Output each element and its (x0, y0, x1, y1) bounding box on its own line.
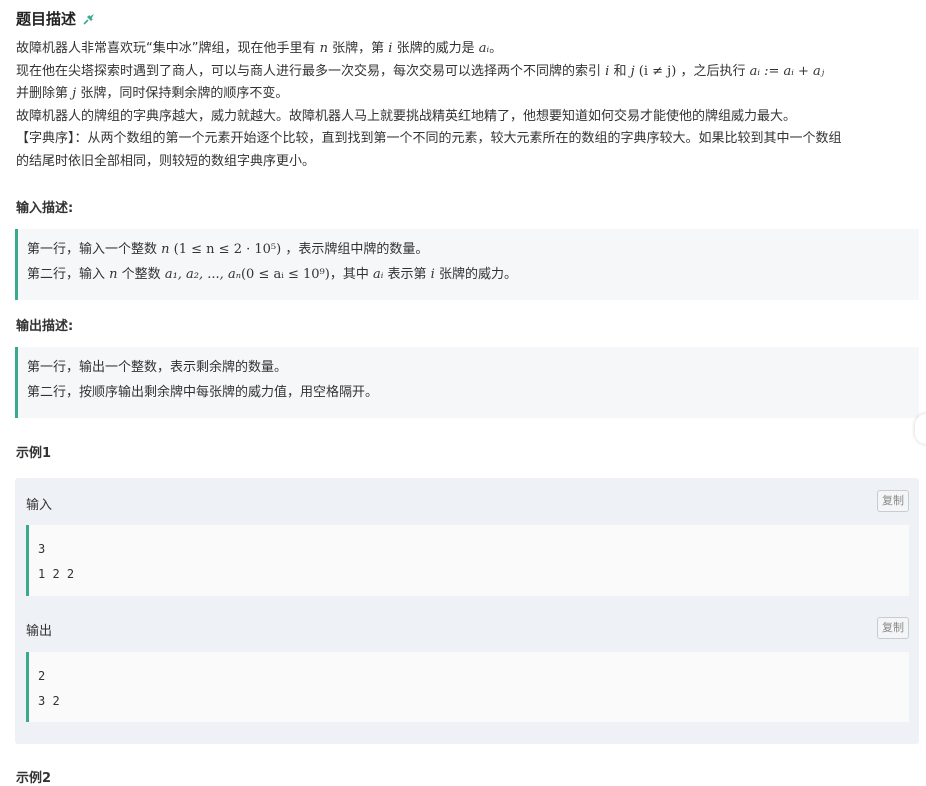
desc-text: 张牌，第 (332, 41, 385, 56)
desc-text: 张牌，同时保持剩余牌的顺序不变。 (80, 86, 289, 101)
code-line: 3 (38, 542, 46, 556)
desc-line-2: 现在他在尖塔探索时遇到了商人，可以与商人进行最多一次交易，每次交易可以选择两个不… (16, 61, 921, 84)
desc-text: ，之后执行 (680, 63, 746, 79)
code-line: 1 2 2 (38, 567, 75, 581)
math-assign: aᵢ := aᵢ + aⱼ (749, 63, 825, 79)
desc-text: 并删除第 (16, 86, 69, 101)
desc-text: 现在他在尖塔探索时遇到了商人，可以与商人进行最多一次交易，每次交易可以选择两个不… (16, 63, 602, 79)
problem-description: 故障机器人非常喜欢玩“集中冰”牌组，现在他手里有 n 张牌，第 i 张牌的威力是… (16, 38, 921, 173)
input-text: 第一行，输入一个整数 (27, 242, 158, 257)
desc-line-4: 故障机器人的牌组的字典序越大，威力就越大。故障机器人马上就要挑战精英红地精了，他… (16, 108, 797, 124)
copy-output-button[interactable]: 复制 (877, 617, 909, 639)
code-line: 2 (38, 669, 46, 683)
math-range: (1 ≤ n ≤ 2 · 10⁵) (173, 242, 282, 257)
math-j: j (630, 63, 635, 79)
input-text: 张牌的威力。 (438, 267, 517, 282)
desc-line-1: 故障机器人非常喜欢玩“集中冰”牌组，现在他手里有 n 张牌，第 i 张牌的威力是… (16, 38, 921, 61)
input-text: 个整数 (121, 267, 161, 282)
input-text: 表示第 (387, 267, 427, 282)
desc-line-3: 并删除第 j 张牌，同时保持剩余牌的顺序不变。 (16, 83, 921, 106)
math-i: i (430, 267, 435, 282)
sample-output-code: 2 3 2 (26, 652, 909, 722)
pin-icon[interactable] (82, 11, 96, 25)
input-text: 第二行，输入 (27, 267, 106, 282)
desc-line-6: 的结尾时依旧全部相同，则较短的数组字典序更小。 (16, 153, 316, 169)
input-title: 输入描述: (16, 201, 74, 216)
math-ai: aᵢ (372, 267, 384, 282)
sample-output-label: 输出 (26, 624, 53, 639)
desc-text: 。 (489, 41, 503, 56)
desc-line-5: 【字典序】：从两个数组的第一个元素开始逐个比较，直到找到第一个不同的元素，较大元… (16, 131, 842, 146)
desc-text: 张牌的威力是 (396, 41, 475, 56)
output-line-1: 第一行，输出一个整数，表示剩余牌的数量。 (27, 360, 288, 375)
math-n: n (109, 267, 118, 282)
math-i: i (388, 41, 393, 56)
output-description: 第一行，输出一个整数，表示剩余牌的数量。 第二行，按顺序输出剩余牌中每张牌的威力… (15, 347, 919, 418)
page-title: 题目描述 (16, 9, 77, 28)
input-line-2: 第二行，输入 n 个整数 a₁, a₂, ..., aₙ(0 ≤ aᵢ ≤ 10… (27, 262, 919, 287)
math-j: j (72, 86, 77, 101)
code-line: 3 2 (38, 694, 60, 708)
math-condition: (i ≠ j) (638, 63, 677, 79)
side-float-tab[interactable] (915, 414, 926, 444)
input-text: ，表示牌组中牌的数量。 (285, 242, 429, 257)
output-line-2: 第二行，按顺序输出剩余牌中每张牌的威力值，用空格隔开。 (27, 385, 379, 400)
input-text: ，其中 (329, 267, 369, 282)
math-ai: aᵢ (478, 41, 490, 56)
problem-header: 题目描述 (16, 6, 96, 30)
input-description: 第一行，输入一个整数 n (1 ≤ n ≤ 2 · 10⁵) ，表示牌组中牌的数… (15, 229, 919, 300)
math-sequence: a₁, a₂, ..., aₙ (164, 267, 241, 282)
math-i: i (605, 63, 610, 79)
math-n: n (319, 41, 328, 56)
desc-text: 和 (613, 63, 627, 79)
example1-title: 示例1 (16, 446, 52, 461)
math-range: (0 ≤ aᵢ ≤ 10⁹) (240, 267, 330, 282)
example1-box: 输入 复制 3 1 2 2 输出 复制 2 3 2 (15, 478, 919, 744)
input-line-1: 第一行，输入一个整数 n (1 ≤ n ≤ 2 · 10⁵) ，表示牌组中牌的数… (27, 237, 919, 262)
sample-input-label: 输入 (26, 498, 53, 513)
example2-title: 示例2 (16, 771, 52, 786)
copy-input-button[interactable]: 复制 (877, 490, 909, 512)
math-n: n (161, 242, 170, 257)
desc-text: 故障机器人非常喜欢玩“集中冰”牌组，现在他手里有 (16, 41, 316, 56)
sample-input-code: 3 1 2 2 (26, 525, 909, 596)
output-title: 输出描述: (16, 319, 74, 334)
